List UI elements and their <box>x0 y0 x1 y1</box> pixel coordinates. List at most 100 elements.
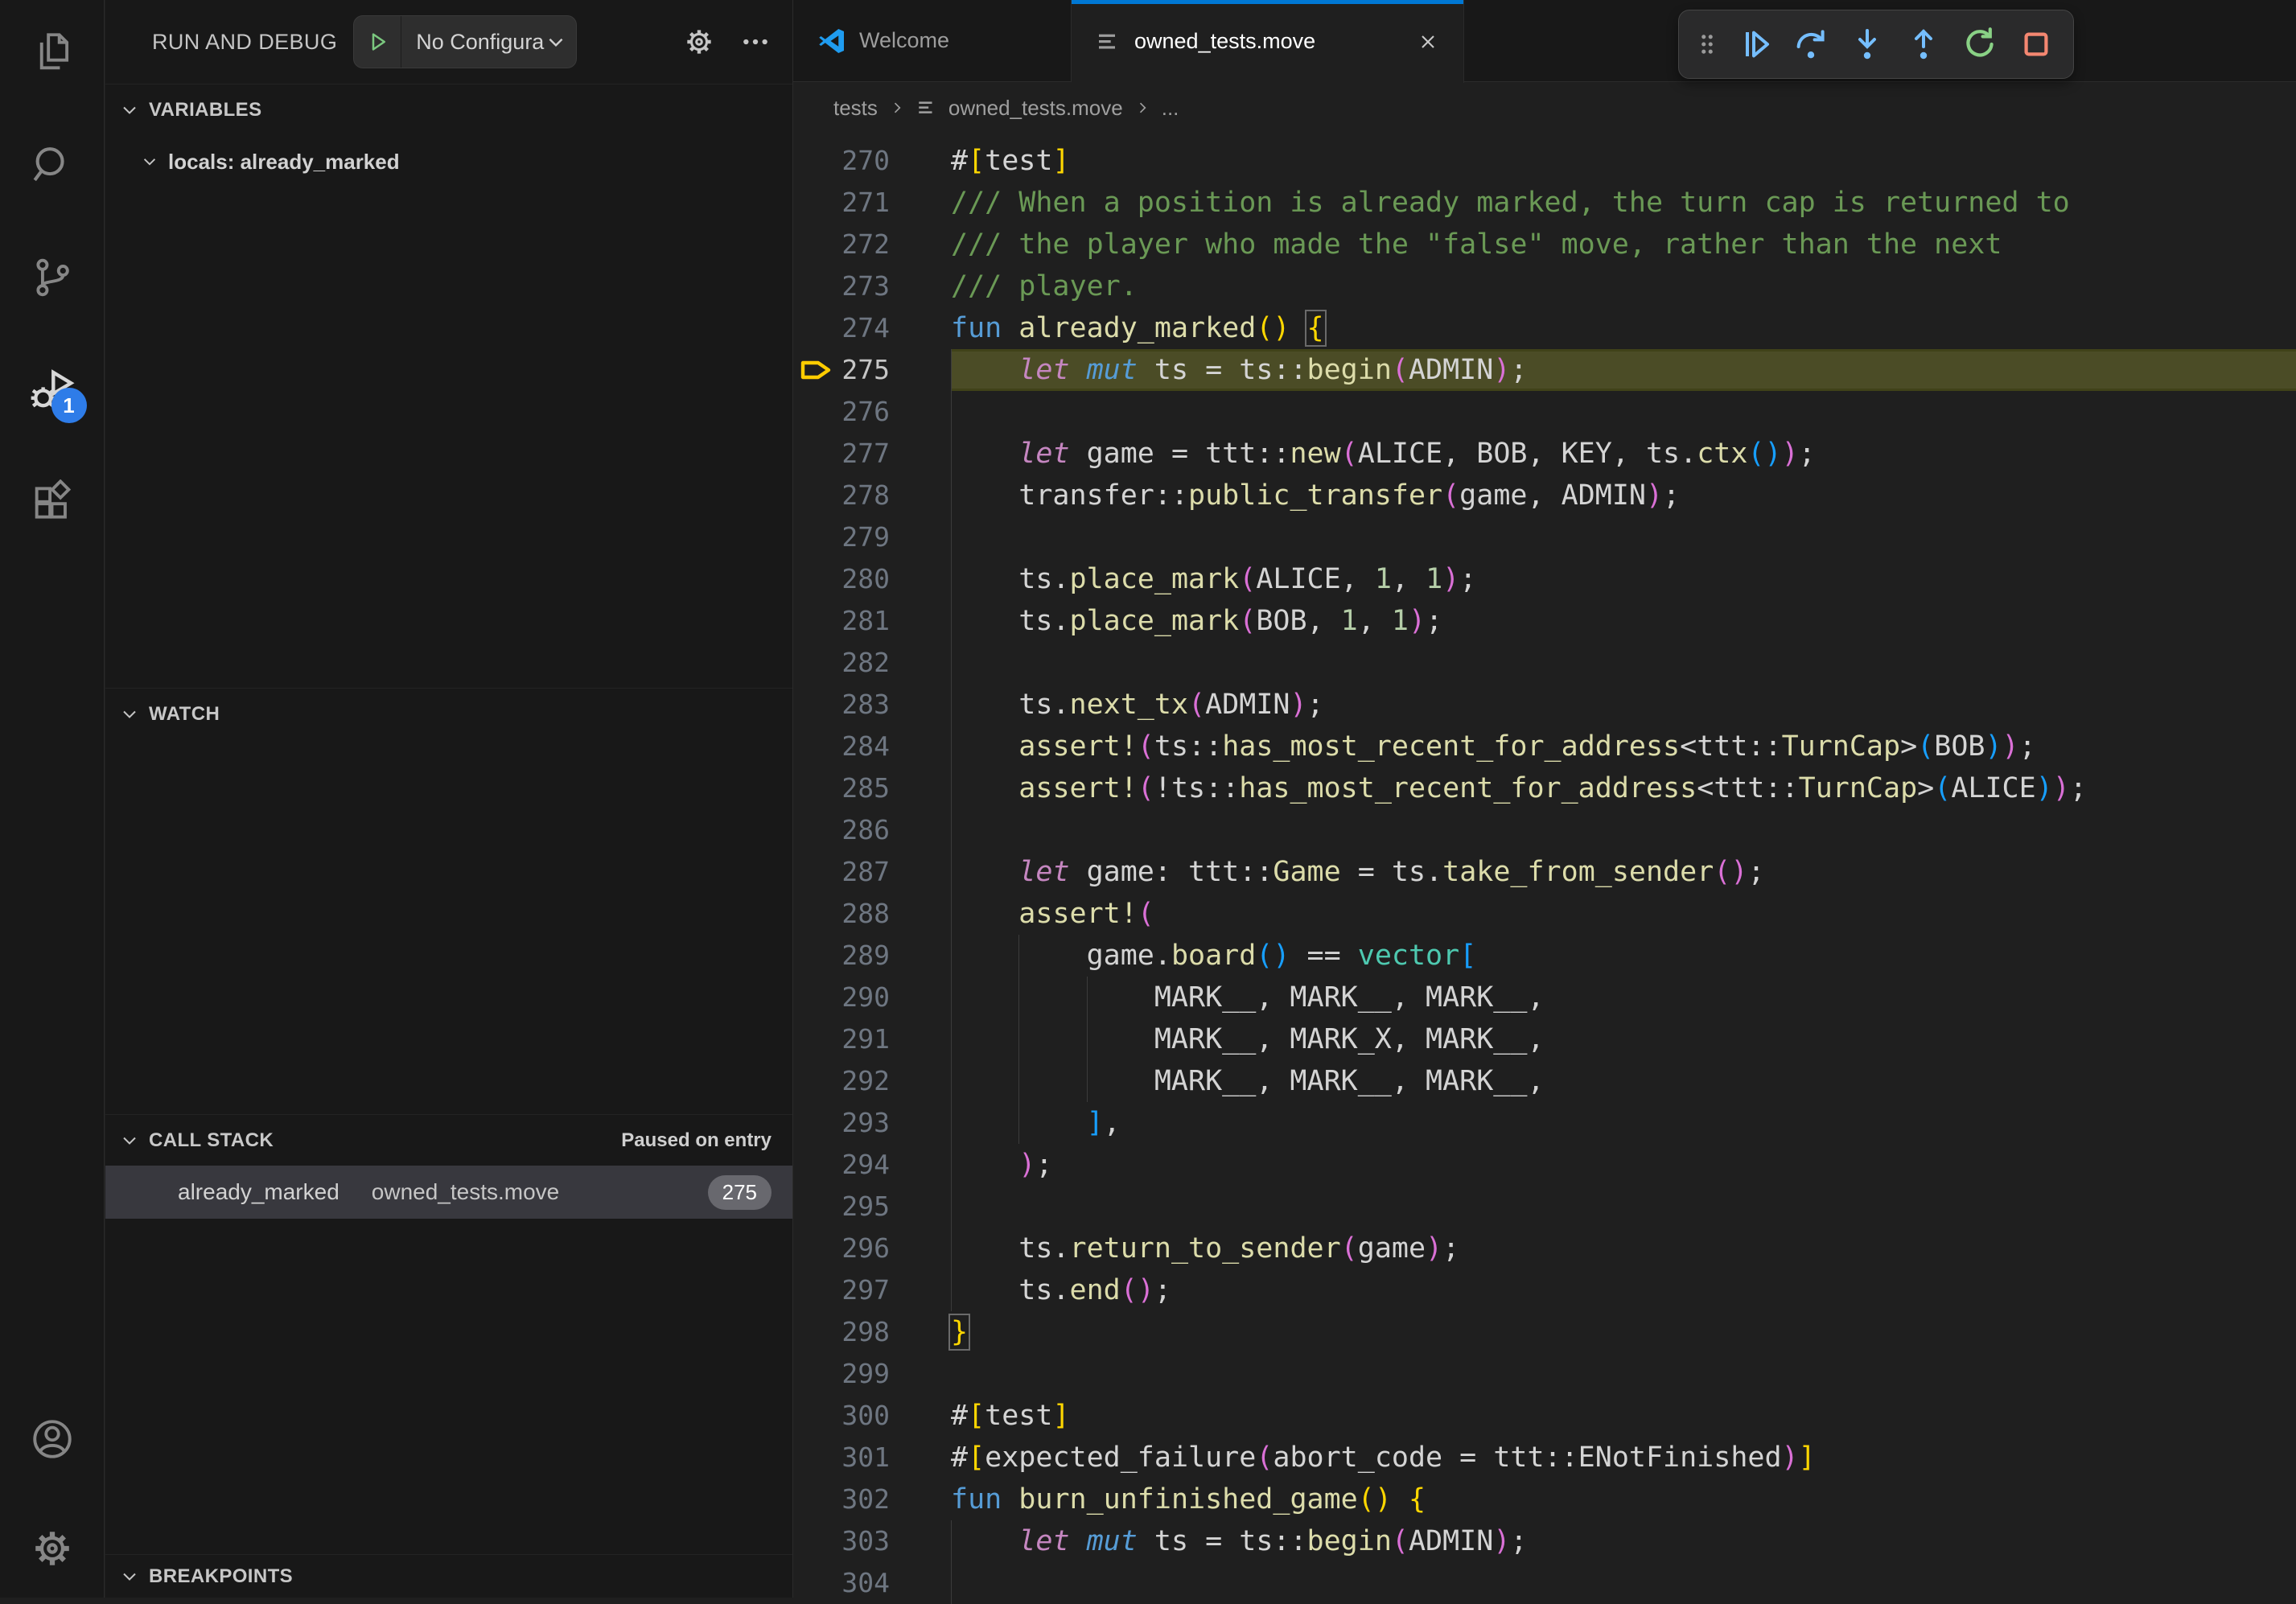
code-line-295[interactable]: 295 <box>793 1186 2296 1228</box>
breadcrumb-item-file[interactable]: owned_tests.move <box>948 96 1123 121</box>
breakpoint-gutter[interactable] <box>793 558 840 600</box>
breadcrumb-item-tests[interactable]: tests <box>833 96 878 121</box>
code-line-293[interactable]: 293 ], <box>793 1102 2296 1144</box>
breakpoint-gutter[interactable] <box>793 767 840 809</box>
breakpoint-gutter[interactable] <box>793 977 840 1018</box>
code-line-300[interactable]: 300#[test] <box>793 1395 2296 1437</box>
settings-gear-icon[interactable] <box>27 1524 77 1573</box>
tab-welcome[interactable]: Welcome <box>793 0 1072 81</box>
code-line-280[interactable]: 280 ts.place_mark(ALICE, 1, 1); <box>793 558 2296 600</box>
breakpoint-gutter[interactable] <box>793 1228 840 1269</box>
code-line-275[interactable]: 275 let mut ts = ts::begin(ADMIN); <box>793 349 2296 391</box>
watch-section-header[interactable]: WATCH <box>105 688 792 739</box>
debug-current-line-arrow-icon[interactable] <box>793 349 840 391</box>
breakpoint-gutter[interactable] <box>793 1311 840 1353</box>
breakpoint-gutter[interactable] <box>793 935 840 977</box>
chevron-down-icon[interactable] <box>545 31 576 52</box>
call-stack-section-header[interactable]: CALL STACK Paused on entry <box>105 1114 792 1166</box>
breakpoint-gutter[interactable] <box>793 809 840 851</box>
toolbar-drag-handle-icon[interactable] <box>1690 19 1724 70</box>
breakpoint-gutter[interactable] <box>793 1269 840 1311</box>
code-line-302[interactable]: 302fun burn_unfinished_game() { <box>793 1479 2296 1520</box>
code-line-301[interactable]: 301#[expected_failure(abort_code = ttt::… <box>793 1437 2296 1479</box>
code-line-286[interactable]: 286 <box>793 809 2296 851</box>
breakpoint-gutter[interactable] <box>793 224 840 265</box>
more-actions-icon[interactable] <box>739 26 772 58</box>
code-line-277[interactable]: 277 let game = ttt::new(ALICE, BOB, KEY,… <box>793 433 2296 475</box>
variables-section-header[interactable]: VARIABLES <box>105 84 792 135</box>
code-line-288[interactable]: 288 assert!( <box>793 893 2296 935</box>
code-line-291[interactable]: 291 MARK__, MARK_X, MARK__, <box>793 1018 2296 1060</box>
breakpoint-gutter[interactable] <box>793 140 840 182</box>
code-line-281[interactable]: 281 ts.place_mark(BOB, 1, 1); <box>793 600 2296 642</box>
breakpoint-gutter[interactable] <box>793 307 840 349</box>
code-line-303[interactable]: 303 let mut ts = ts::begin(ADMIN); <box>793 1520 2296 1562</box>
code-line-271[interactable]: 271/// When a position is already marked… <box>793 182 2296 224</box>
code-line-285[interactable]: 285 assert!(!ts::has_most_recent_for_add… <box>793 767 2296 809</box>
code-line-298[interactable]: 298} <box>793 1311 2296 1353</box>
breakpoint-gutter[interactable] <box>793 1479 840 1520</box>
breakpoint-gutter[interactable] <box>793 391 840 433</box>
account-icon[interactable] <box>27 1414 77 1464</box>
code-line-282[interactable]: 282 <box>793 642 2296 684</box>
code-line-290[interactable]: 290 MARK__, MARK__, MARK__, <box>793 977 2296 1018</box>
code-line-299[interactable]: 299 <box>793 1353 2296 1395</box>
breakpoint-gutter[interactable] <box>793 516 840 558</box>
breakpoint-gutter[interactable] <box>793 1562 840 1604</box>
breakpoint-gutter[interactable] <box>793 1018 840 1060</box>
code-line-297[interactable]: 297 ts.end(); <box>793 1269 2296 1311</box>
gear-icon[interactable] <box>681 24 717 60</box>
code-line-304[interactable]: 304 <box>793 1562 2296 1604</box>
step-over-button[interactable] <box>1785 19 1837 70</box>
step-out-button[interactable] <box>1898 19 1949 70</box>
code-line-270[interactable]: 270#[test] <box>793 140 2296 182</box>
code-editor[interactable]: 270#[test]271/// When a position is alre… <box>793 134 2296 1604</box>
extensions-icon[interactable] <box>27 478 77 528</box>
breakpoint-gutter[interactable] <box>793 182 840 224</box>
code-line-292[interactable]: 292 MARK__, MARK__, MARK__, <box>793 1060 2296 1102</box>
code-line-273[interactable]: 273/// player. <box>793 265 2296 307</box>
breakpoint-gutter[interactable] <box>793 1102 840 1144</box>
breakpoint-gutter[interactable] <box>793 851 840 893</box>
call-stack-frame[interactable]: already_marked owned_tests.move 275 <box>105 1166 792 1219</box>
code-line-289[interactable]: 289 game.board() == vector[ <box>793 935 2296 977</box>
breakpoints-section-header[interactable]: BREAKPOINTS <box>105 1554 792 1598</box>
source-control-icon[interactable] <box>27 253 77 302</box>
start-debug-icon[interactable] <box>354 16 401 68</box>
stop-button[interactable] <box>2010 19 2062 70</box>
breakpoint-gutter[interactable] <box>793 1395 840 1437</box>
continue-button[interactable] <box>1729 19 1780 70</box>
breakpoint-gutter[interactable] <box>793 1520 840 1562</box>
restart-button[interactable] <box>1954 19 2006 70</box>
code-line-284[interactable]: 284 assert!(ts::has_most_recent_for_addr… <box>793 726 2296 767</box>
code-line-274[interactable]: 274fun already_marked() { <box>793 307 2296 349</box>
breakpoint-gutter[interactable] <box>793 642 840 684</box>
breakpoint-gutter[interactable] <box>793 1437 840 1479</box>
variables-scope-locals[interactable]: locals: already_marked <box>105 138 792 185</box>
breakpoint-gutter[interactable] <box>793 893 840 935</box>
code-line-287[interactable]: 287 let game: ttt::Game = ts.take_from_s… <box>793 851 2296 893</box>
code-line-296[interactable]: 296 ts.return_to_sender(game); <box>793 1228 2296 1269</box>
code-line-278[interactable]: 278 transfer::public_transfer(game, ADMI… <box>793 475 2296 516</box>
breakpoint-gutter[interactable] <box>793 1060 840 1102</box>
breakpoint-gutter[interactable] <box>793 684 840 726</box>
breakpoint-gutter[interactable] <box>793 265 840 307</box>
code-line-294[interactable]: 294 ); <box>793 1144 2296 1186</box>
tab-owned-tests-move[interactable]: owned_tests.move <box>1072 0 1464 83</box>
breakpoint-gutter[interactable] <box>793 600 840 642</box>
code-line-276[interactable]: 276 <box>793 391 2296 433</box>
config-dropdown[interactable]: No Configura <box>401 30 545 55</box>
code-line-272[interactable]: 272/// the player who made the "false" m… <box>793 224 2296 265</box>
breadcrumb-item-symbol[interactable]: ... <box>1162 96 1179 121</box>
breakpoint-gutter[interactable] <box>793 433 840 475</box>
run-and-debug-icon[interactable]: 1 <box>27 365 77 415</box>
explorer-icon[interactable] <box>27 27 77 77</box>
close-icon[interactable] <box>1417 31 1439 53</box>
code-line-283[interactable]: 283 ts.next_tx(ADMIN); <box>793 684 2296 726</box>
breakpoint-gutter[interactable] <box>793 1353 840 1395</box>
breakpoint-gutter[interactable] <box>793 1186 840 1228</box>
search-icon[interactable] <box>27 140 77 190</box>
step-into-button[interactable] <box>1841 19 1893 70</box>
code-line-279[interactable]: 279 <box>793 516 2296 558</box>
breakpoint-gutter[interactable] <box>793 726 840 767</box>
